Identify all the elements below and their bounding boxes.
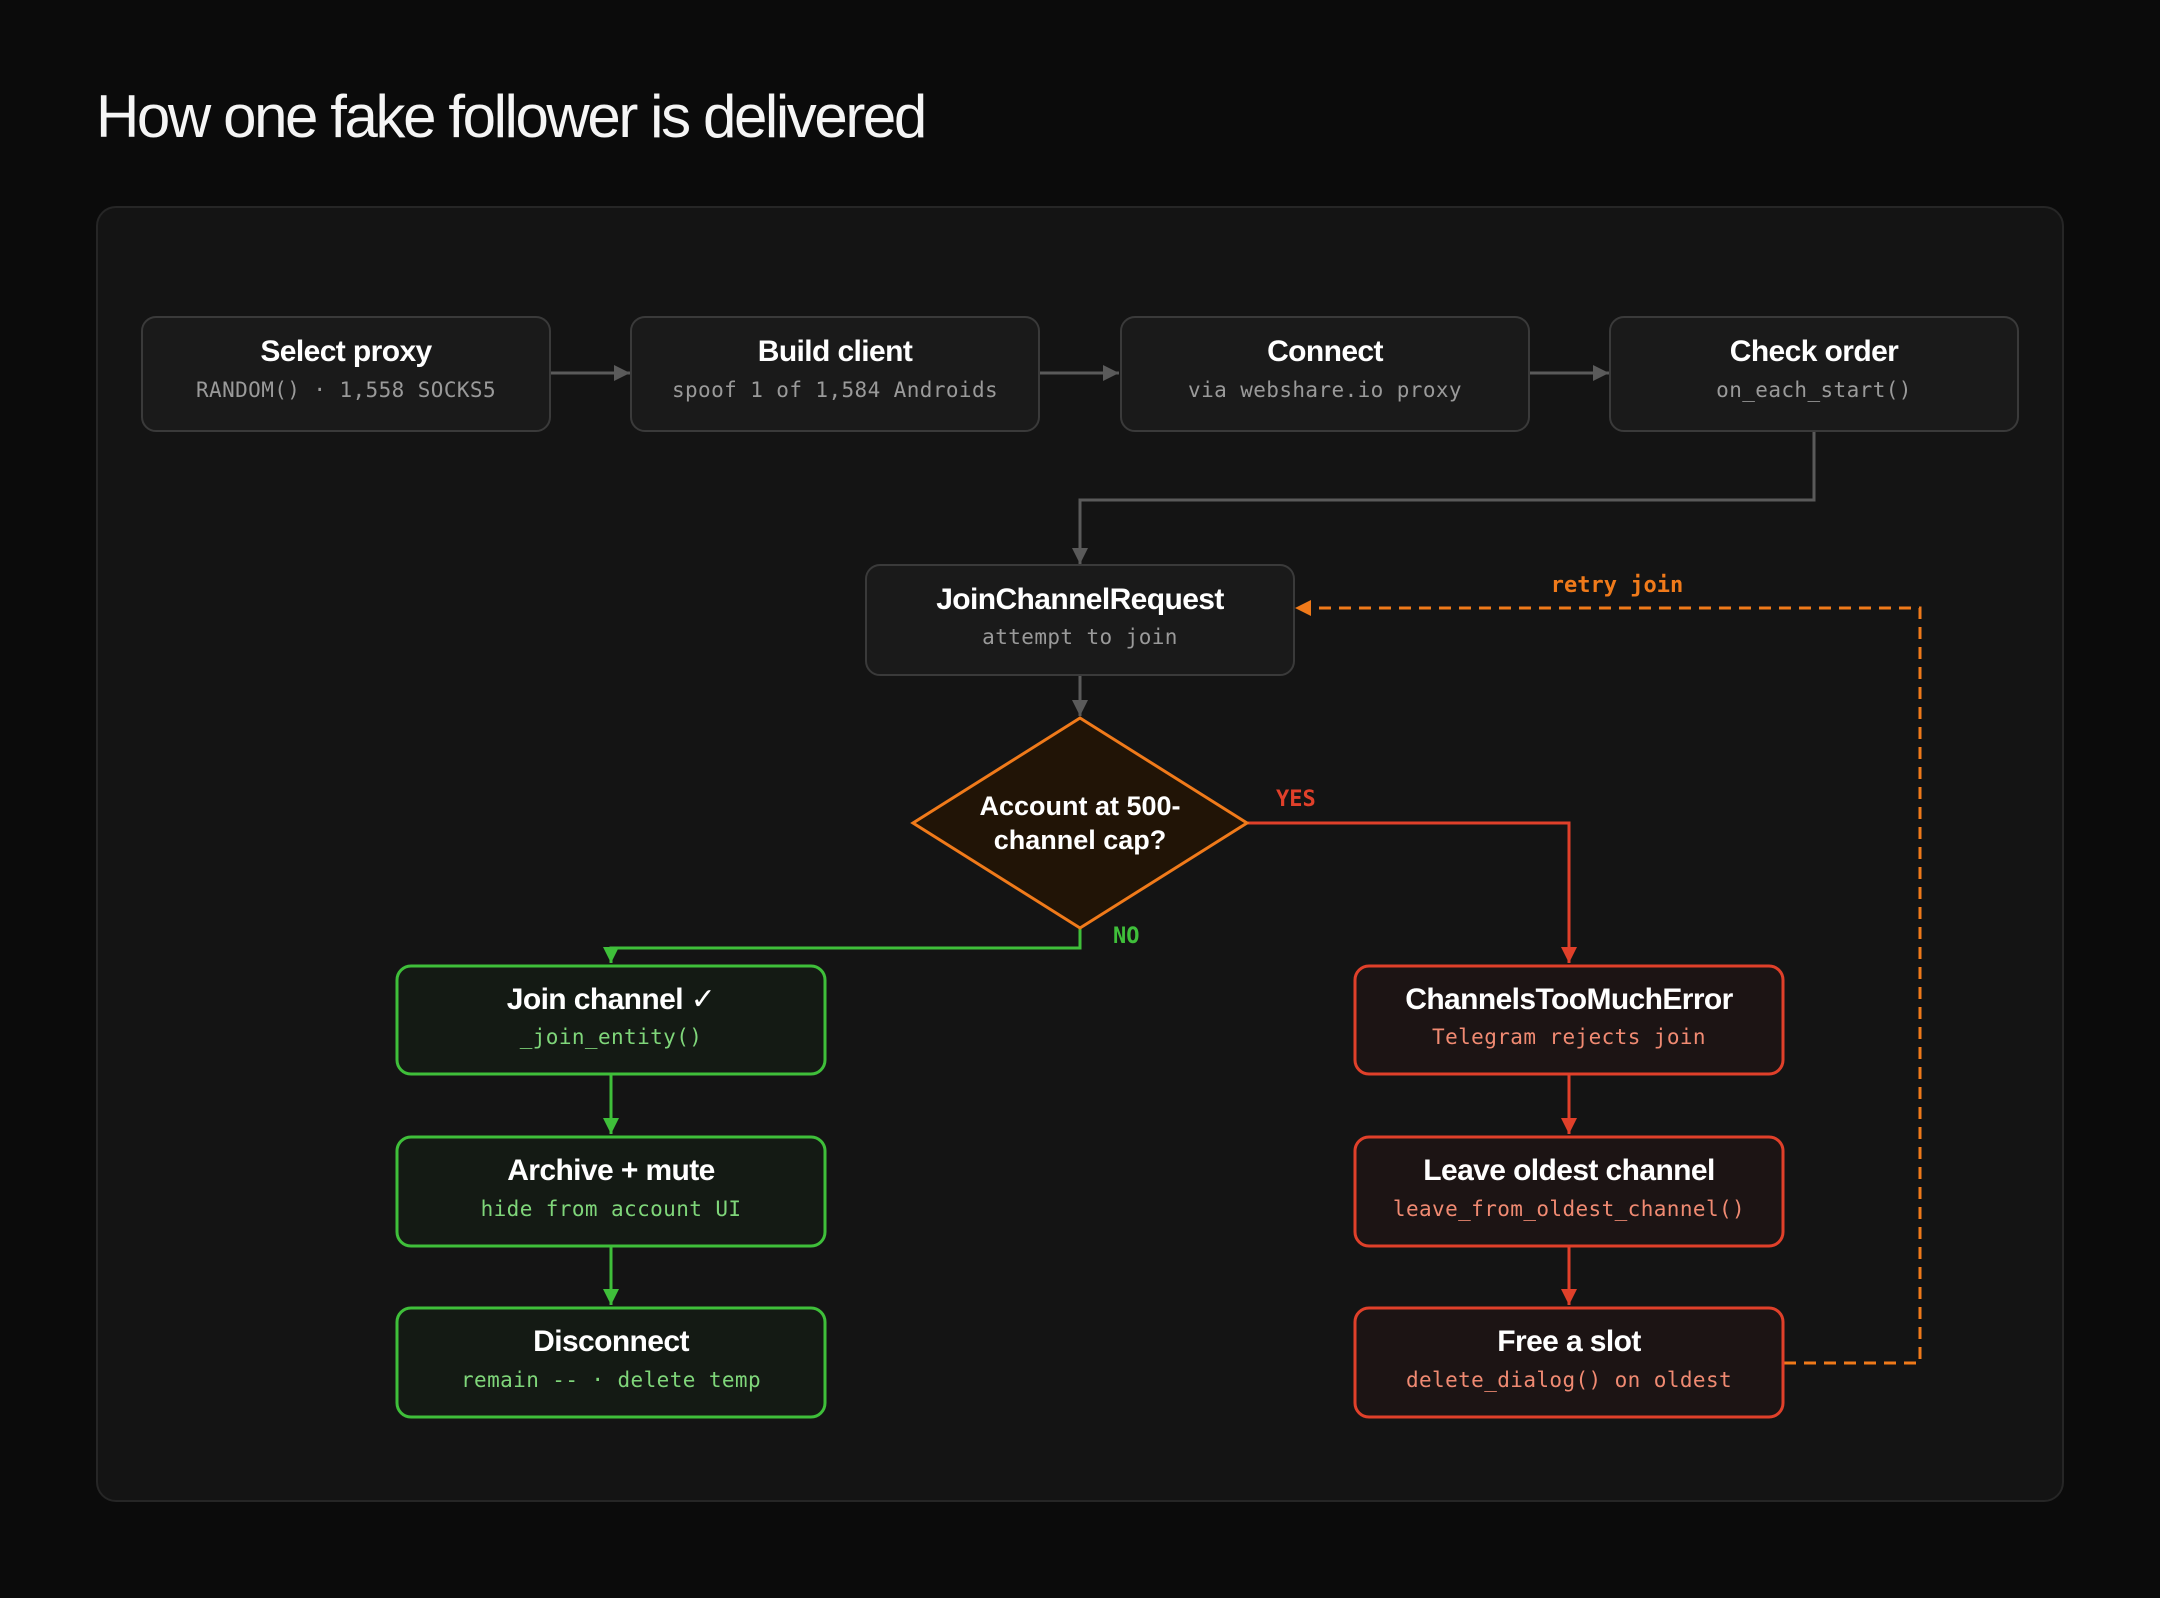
connector-no-branch (603, 928, 1082, 963)
error-subtitle: leave_from_oldest_channel() (1393, 1197, 1745, 1221)
flow-diagram: YES NO retry join Select proxy RANDOM() … (141, 316, 2019, 1419)
decision-line-2: channel cap? (994, 825, 1167, 855)
connector-yes-branch (1247, 821, 1577, 963)
step-build-client: Build client spoof 1 of 1,584 Androids (630, 316, 1040, 432)
step-connect: Connect via webshare.io proxy (1120, 316, 1530, 432)
error-leave-oldest: Leave oldest channel leave_from_oldest_c… (1353, 1135, 1785, 1248)
success-join-channel: Join channel ✓ _join_entity() (395, 964, 827, 1076)
error-subtitle: Telegram rejects join (1432, 1025, 1706, 1049)
error-subtitle: delete_dialog() on oldest (1406, 1368, 1732, 1392)
step-subtitle: via webshare.io proxy (1188, 378, 1462, 402)
success-title: Archive + mute (507, 1154, 715, 1187)
success-title: Join channel ✓ (507, 983, 715, 1016)
success-subtitle: _join_entity() (520, 1025, 703, 1049)
step-title: Connect (1267, 335, 1383, 368)
error-title: Free a slot (1497, 1325, 1641, 1358)
join-request-title: JoinChannelRequest (936, 583, 1224, 616)
no-label: NO (1113, 924, 1140, 949)
yes-label: YES (1276, 787, 1316, 812)
join-channel-request-box: JoinChannelRequest attempt to join (865, 564, 1295, 676)
decision-diamond: Account at 500- channel cap? (910, 716, 1250, 930)
success-subtitle: remain -- · delete temp (461, 1368, 761, 1392)
step-subtitle: on_each_start() (1716, 378, 1912, 402)
success-disconnect: Disconnect remain -- · delete temp (395, 1306, 827, 1419)
connector-check-to-join-request (1072, 432, 1816, 564)
join-request-subtitle: attempt to join (982, 625, 1178, 649)
step-select-proxy: Select proxy RANDOM() · 1,558 SOCKS5 (141, 316, 551, 432)
retry-label: retry join (1551, 573, 1683, 598)
error-channels-too-much: ChannelsTooMuchError Telegram rejects jo… (1353, 964, 1785, 1076)
step-title: Select proxy (260, 335, 432, 368)
step-subtitle: RANDOM() · 1,558 SOCKS5 (196, 378, 496, 402)
error-title: Leave oldest channel (1423, 1154, 1714, 1187)
step-title: Build client (758, 335, 913, 368)
step-check-order: Check order on_each_start() (1609, 316, 2019, 432)
success-subtitle: hide from account UI (481, 1197, 742, 1221)
success-title: Disconnect (533, 1325, 689, 1358)
decision-line-1: Account at 500- (979, 791, 1180, 821)
step-subtitle: spoof 1 of 1,584 Androids (672, 378, 998, 402)
error-title: ChannelsTooMuchError (1405, 983, 1733, 1016)
step-title: Check order (1730, 335, 1899, 368)
success-archive-mute: Archive + mute hide from account UI (395, 1135, 827, 1248)
error-free-slot: Free a slot delete_dialog() on oldest (1353, 1306, 1785, 1419)
